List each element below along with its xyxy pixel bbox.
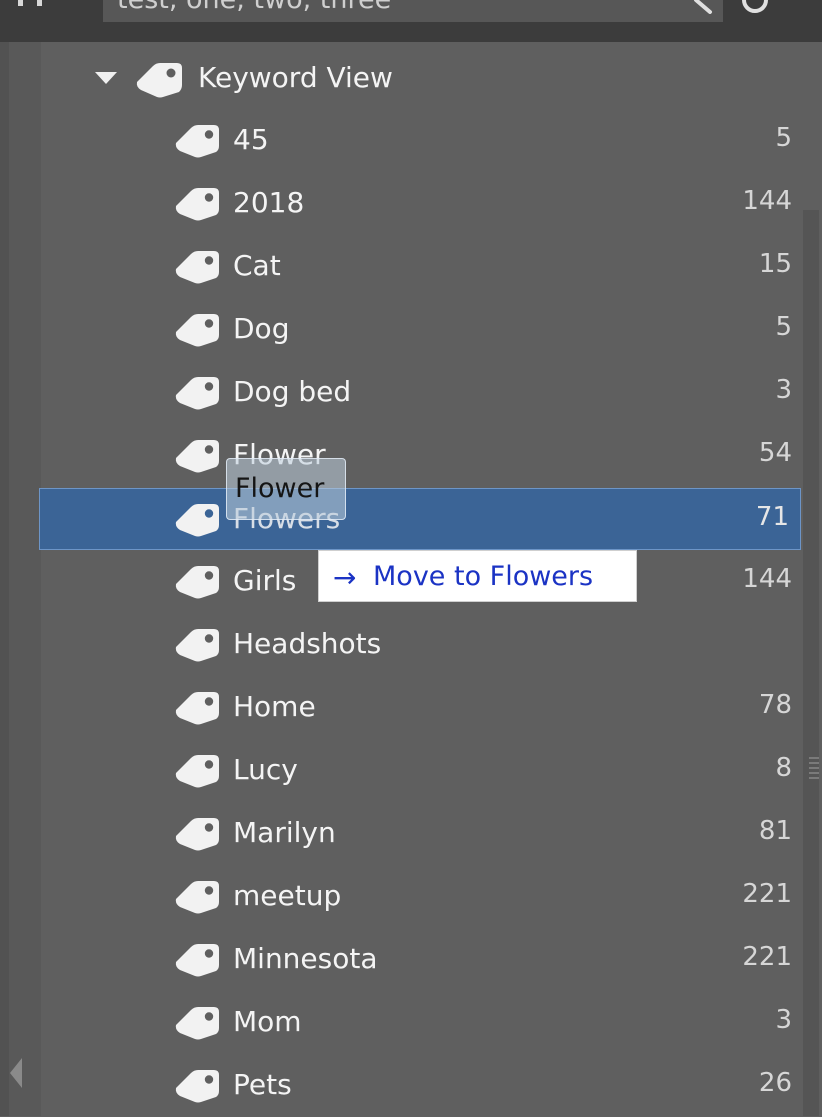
keyword-count: 15 bbox=[758, 249, 792, 279]
drag-ghost-label: Flower bbox=[235, 473, 325, 504]
tag-icon bbox=[175, 188, 219, 221]
keyword-row[interactable]: Cat 15 bbox=[40, 236, 803, 298]
tag-icon bbox=[175, 251, 219, 284]
vertical-scrollbar[interactable] bbox=[803, 210, 819, 1116]
keyword-row[interactable]: 45 5 bbox=[40, 110, 803, 172]
keyword-label: Cat bbox=[233, 249, 281, 282]
tree-parent-label: Keyword View bbox=[198, 61, 393, 94]
tag-icon bbox=[175, 818, 219, 851]
keyword-label: 2018 bbox=[233, 186, 305, 219]
keyword-count: 5 bbox=[775, 123, 792, 153]
tag-icon bbox=[175, 504, 219, 537]
keyword-count: 3 bbox=[775, 375, 792, 405]
tag-icon bbox=[175, 692, 219, 725]
drag-ghost: Flower bbox=[226, 458, 346, 520]
keyword-count: 144 bbox=[742, 564, 792, 594]
keyword-row[interactable]: Minnesota 221 bbox=[40, 929, 803, 991]
keyword-label: Dog bbox=[233, 312, 290, 345]
arrow-right-icon: → bbox=[333, 561, 357, 594]
keyword-row[interactable]: Lucy 8 bbox=[40, 740, 803, 802]
list-view-icon[interactable] bbox=[18, 0, 42, 6]
keyword-count: 3 bbox=[775, 1005, 792, 1035]
keyword-row[interactable]: Dog bed 3 bbox=[40, 362, 803, 424]
tag-icon bbox=[175, 314, 219, 347]
tag-icon bbox=[175, 125, 219, 158]
keyword-count: 71 bbox=[755, 502, 789, 532]
tag-icon bbox=[175, 566, 219, 599]
tag-icon bbox=[175, 377, 219, 410]
top-toolbar: test, one, two, three bbox=[0, 0, 822, 42]
keyword-label: Girls bbox=[233, 564, 297, 597]
keyword-count: 78 bbox=[758, 690, 792, 720]
triangle-down-icon[interactable] bbox=[95, 72, 117, 84]
search-input-value: test, one, two, three bbox=[117, 0, 391, 15]
keyword-count: 144 bbox=[742, 186, 792, 216]
tree-parent-keyword-view[interactable]: Keyword View bbox=[40, 48, 803, 110]
keyword-row[interactable]: Home 78 bbox=[40, 677, 803, 739]
left-gutter bbox=[9, 42, 41, 1116]
keyword-label: Marilyn bbox=[233, 816, 336, 849]
collapse-panel-icon[interactable] bbox=[10, 1058, 22, 1088]
refresh-icon[interactable] bbox=[740, 0, 770, 14]
keyword-count: 221 bbox=[742, 879, 792, 909]
tag-icon bbox=[175, 944, 219, 977]
tag-icon bbox=[175, 881, 219, 914]
keyword-label: Pets bbox=[233, 1068, 292, 1101]
keyword-row[interactable]: Marilyn 81 bbox=[40, 803, 803, 865]
tag-icon bbox=[136, 63, 182, 98]
keyword-row[interactable]: Mom 3 bbox=[40, 992, 803, 1054]
tag-icon bbox=[175, 1070, 219, 1103]
scrollbar-grip-icon[interactable] bbox=[809, 757, 819, 779]
drop-target-text: Move to Flowers bbox=[373, 561, 594, 592]
keyword-count: 26 bbox=[758, 1068, 792, 1098]
keyword-row[interactable]: meetup 221 bbox=[40, 866, 803, 928]
keyword-label: 45 bbox=[233, 123, 269, 156]
keyword-label: Home bbox=[233, 690, 316, 723]
drop-target-tooltip: → Move to Flowers bbox=[318, 550, 637, 602]
keyword-row[interactable]: Flowers71 bbox=[39, 488, 801, 550]
tag-icon bbox=[175, 1007, 219, 1040]
tag-icon bbox=[175, 755, 219, 788]
keyword-label: meetup bbox=[233, 879, 342, 912]
keyword-row[interactable]: 2018 144 bbox=[40, 173, 803, 235]
keyword-label: Lucy bbox=[233, 753, 298, 786]
keyword-label: Mom bbox=[233, 1005, 302, 1038]
keyword-label: Dog bed bbox=[233, 375, 352, 408]
search-icon[interactable] bbox=[690, 0, 714, 14]
keyword-count: 221 bbox=[742, 942, 792, 972]
keyword-label: Headshots bbox=[233, 627, 382, 660]
keyword-count: 54 bbox=[758, 438, 792, 468]
keyword-row[interactable]: Flower 54 bbox=[40, 425, 803, 487]
tag-icon bbox=[175, 629, 219, 662]
tag-icon bbox=[175, 440, 219, 473]
left-edge bbox=[0, 42, 9, 1116]
keyword-count: 81 bbox=[758, 816, 792, 846]
keyword-row[interactable]: Dog 5 bbox=[40, 299, 803, 361]
keyword-search-input[interactable]: test, one, two, three bbox=[103, 0, 723, 22]
keyword-row[interactable]: Pets 26 bbox=[40, 1055, 803, 1117]
keyword-count: 5 bbox=[775, 312, 792, 342]
keyword-count: 8 bbox=[775, 753, 792, 783]
keyword-label: Minnesota bbox=[233, 942, 378, 975]
keyword-row[interactable]: Headshots bbox=[40, 614, 803, 676]
